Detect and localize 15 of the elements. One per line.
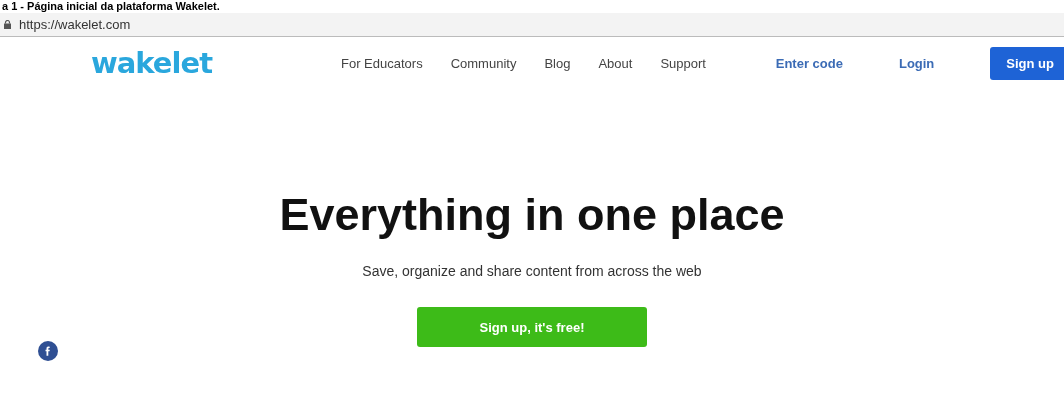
nav-link[interactable]: Blog [544,55,571,71]
facebook-icon[interactable] [38,341,58,361]
nav-link[interactable]: Support [660,55,706,71]
figure-caption: a 1 - Página inicial da plataforma Wakelet. [1,0,220,13]
address-bar[interactable]: https://wakelet.com [0,13,1064,37]
hero-subtitle: Save, organize and share content from across the web [362,263,702,279]
hero-title: Everything in one place [279,189,785,241]
lock-icon [4,20,11,29]
header-link[interactable]: Enter code [775,55,843,71]
nav-link[interactable]: For Educators [341,55,423,71]
nav-link[interactable]: About [598,55,633,71]
url-text: https://wakelet.com [19,17,131,32]
sign-up-button[interactable]: Sign up [990,46,1064,80]
nav-link[interactable]: Community [450,55,517,71]
header-link[interactable]: Login [898,55,935,71]
